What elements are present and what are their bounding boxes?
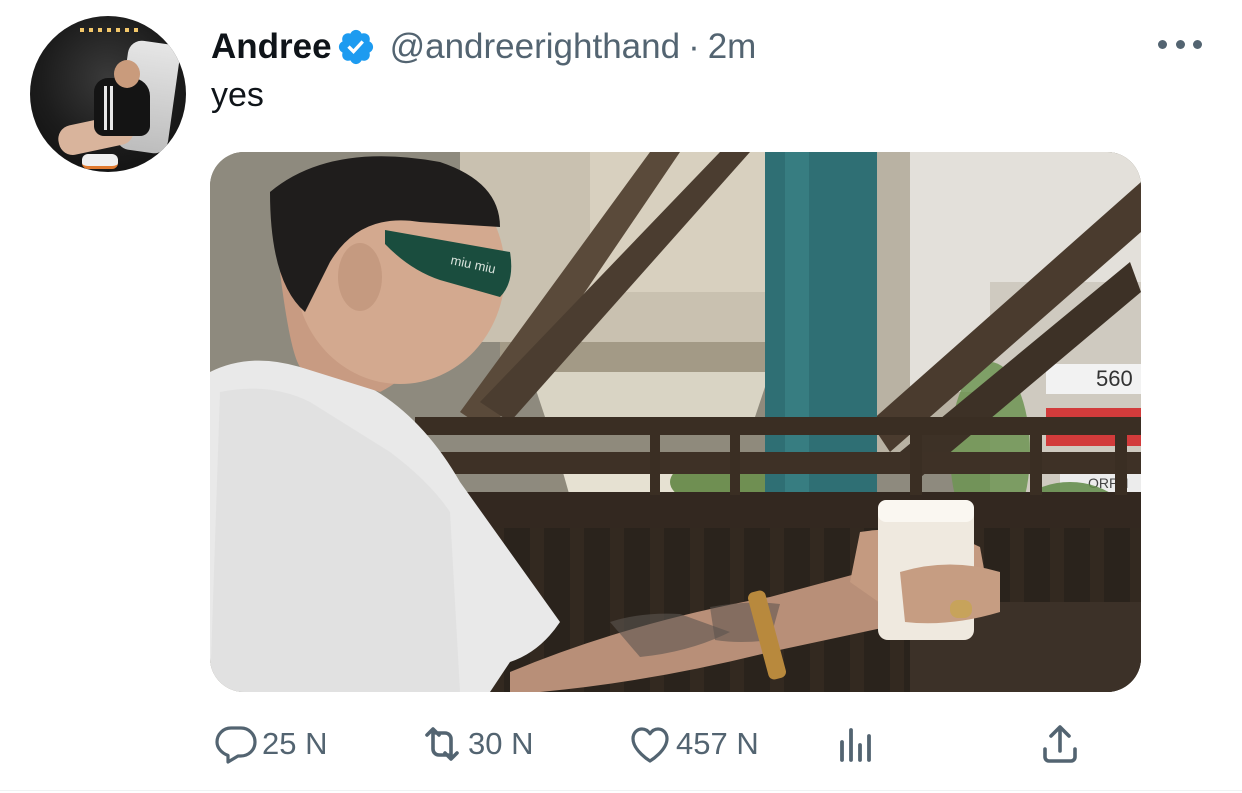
retweet-button[interactable]: 30 N [418, 718, 533, 770]
tweet-card[interactable]: Andree @andreerighthand · 2m yes 560 ORP… [0, 0, 1242, 793]
author-avatar[interactable] [30, 16, 186, 172]
tweet-header: Andree @andreerighthand · 2m [211, 24, 756, 70]
more-horizontal-icon[interactable] [1158, 30, 1202, 58]
tweet-divider [0, 790, 1242, 791]
sign-number-text: 560 [1096, 366, 1133, 391]
like-count: 457 N [676, 726, 759, 761]
views-bar-chart-icon [840, 728, 871, 762]
avatar-jacket-stripe [110, 86, 113, 130]
tweet-photo[interactable]: 560 ORPH miu miu [210, 152, 1141, 692]
avatar-head [114, 60, 140, 88]
author-handle[interactable]: @andreerighthand [390, 27, 680, 67]
photo-illustration: 560 ORPH miu miu [210, 152, 1141, 692]
retweet-icon [425, 727, 459, 761]
heart-icon [631, 727, 669, 763]
tweet-timestamp[interactable]: 2m [708, 27, 757, 67]
like-button[interactable]: 457 N [626, 718, 759, 770]
avatar-shoe [82, 154, 118, 169]
reply-button[interactable]: 25 N [212, 718, 327, 770]
views-button[interactable] [832, 718, 880, 770]
tweet-text: yes [211, 76, 264, 114]
verified-badge-icon [338, 29, 373, 65]
share-button[interactable] [1036, 718, 1084, 770]
reply-icon [215, 726, 257, 764]
avatar-lights-decoration [80, 28, 140, 32]
tweet-action-bar: 25 N 30 N 457 N [0, 718, 1242, 770]
retweet-count: 30 N [468, 726, 534, 761]
share-icon [1043, 725, 1077, 763]
avatar-jacket-stripe [104, 86, 107, 130]
meta-separator: · [688, 27, 700, 66]
reply-count: 25 N [262, 726, 328, 761]
author-name[interactable]: Andree [211, 27, 332, 67]
